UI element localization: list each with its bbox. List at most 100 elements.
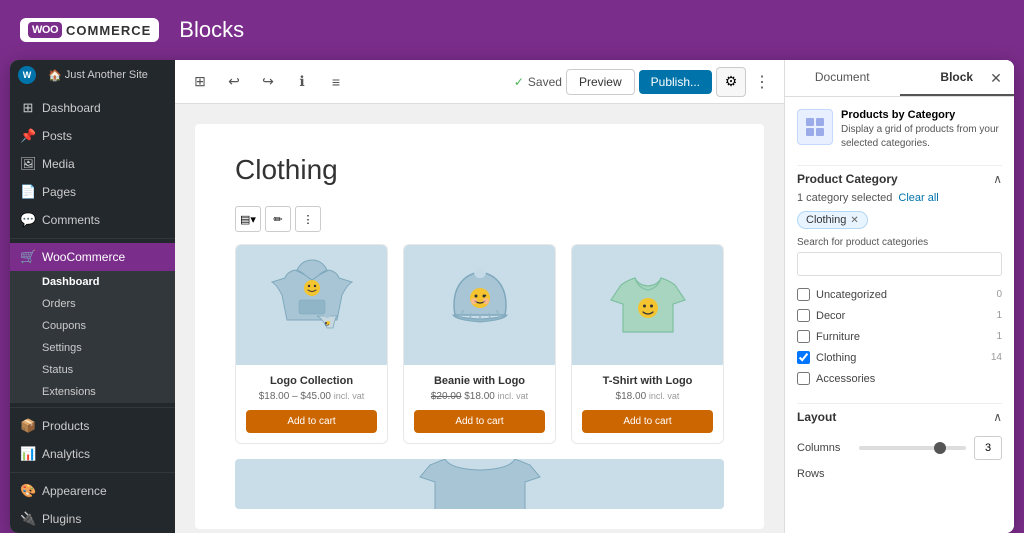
layout-chevron-icon: ∧ — [993, 410, 1002, 424]
category-info: 1 category selected Clear all — [797, 192, 1002, 204]
woo-logo[interactable]: WOO COMMERCE — [20, 18, 159, 42]
section-header-category[interactable]: Product Category ∧ — [797, 165, 1002, 192]
sidebar-item-plugins[interactable]: 🔌 Plugins — [10, 505, 175, 533]
redo-icon: ↪ — [262, 73, 274, 90]
comments-icon: 💬 — [20, 212, 36, 228]
slider-thumb — [934, 442, 946, 454]
sidebar-item-posts[interactable]: 📌 Posts — [10, 122, 175, 150]
sidebar-item-woocommerce[interactable]: 🛒 WooCommerce — [10, 243, 175, 271]
tab-document[interactable]: Document — [785, 60, 900, 96]
category-search-input[interactable] — [797, 252, 1002, 276]
sidebar-item-analytics[interactable]: 📊 Analytics — [10, 440, 175, 468]
site-name-bar[interactable]: 🏠 Just Another Site — [48, 69, 148, 82]
block-more-icon: ⋮ — [303, 213, 314, 226]
list-icon: ≡ — [332, 74, 340, 90]
category-list: Uncategorized 0 Decor 1 Furniture 1 — [797, 284, 1002, 389]
columns-value-input[interactable]: 3 — [974, 436, 1002, 460]
publish-button[interactable]: Publish... — [639, 70, 712, 94]
preview-button[interactable]: Preview — [566, 69, 635, 95]
analytics-icon: 📊 — [20, 446, 36, 462]
block-selector-toolbar: ▤▾ ✏ ⋮ — [235, 206, 724, 232]
section-header-layout[interactable]: Layout ∧ — [797, 403, 1002, 430]
check-icon: ✓ — [514, 75, 524, 89]
saved-indicator: ✓ Saved — [514, 75, 562, 89]
editor-wrapper: Clothing ▤▾ ✏ ⋮ — [175, 104, 784, 533]
sidebar-item-dashboard[interactable]: ⊞ Dashboard — [10, 94, 175, 122]
product-grid: Logo Collection $18.00 – $45.00 incl. va… — [235, 244, 724, 444]
more-icon: ⋮ — [754, 72, 770, 92]
product-price-2: $18.00 incl. vat — [582, 391, 713, 402]
sidebar-sub-orders[interactable]: Orders — [10, 293, 175, 315]
sidebar-item-products[interactable]: 📦 Products — [10, 412, 175, 440]
category-checkbox-uncategorized[interactable] — [797, 288, 810, 301]
sidebar-sub-settings[interactable]: Settings — [10, 337, 175, 359]
layout-section: Layout ∧ Columns 3 Rows — [797, 403, 1002, 480]
inserter-icon: ⊞ — [194, 73, 206, 90]
product-name-2: T-Shirt with Logo — [582, 375, 713, 387]
category-row-clothing: Clothing 14 — [797, 347, 1002, 368]
sidebar-sub-extensions[interactable]: Extensions — [10, 381, 175, 403]
add-to-cart-2[interactable]: Add to cart — [582, 410, 713, 433]
settings-button[interactable]: ⚙ — [716, 67, 746, 97]
undo-icon: ↩ — [228, 73, 240, 90]
product-card-2: T-Shirt with Logo $18.00 incl. vat Add t… — [571, 244, 724, 444]
woo-submenu: Dashboard Orders Coupons Settings Status… — [10, 271, 175, 403]
block-toolbar: ⊞ ↩ ↪ ℹ ≡ ✓ Saved Preview Publish... ⚙ — [175, 60, 784, 104]
rows-label: Rows — [797, 468, 1002, 480]
add-to-cart-0[interactable]: Add to cart — [246, 410, 377, 433]
sidebar-divider-1 — [10, 238, 175, 239]
product-price-1: $20.00 $18.00 incl. vat — [414, 391, 545, 402]
block-info: Products by Category Display a grid of p… — [797, 109, 1002, 151]
add-to-cart-1[interactable]: Add to cart — [414, 410, 545, 433]
block-more-button[interactable]: ⋮ — [295, 206, 321, 232]
block-type-button[interactable]: ▤▾ — [235, 206, 261, 232]
undo-button[interactable]: ↩ — [219, 67, 249, 97]
edit-icon: ✏ — [273, 213, 282, 226]
product-name-0: Logo Collection — [246, 375, 377, 387]
editor-canvas: Clothing ▤▾ ✏ ⋮ — [195, 124, 764, 529]
product-card-0: Logo Collection $18.00 – $45.00 incl. va… — [235, 244, 388, 444]
edit-block-button[interactable]: ✏ — [265, 206, 291, 232]
wp-logo[interactable]: W — [18, 66, 36, 84]
plugins-icon: 🔌 — [20, 511, 36, 527]
sidebar-item-media[interactable]: 🖼 Media — [10, 150, 175, 178]
columns-slider[interactable] — [859, 446, 966, 450]
media-icon: 🖼 — [20, 156, 36, 172]
sidebar-divider-2 — [10, 407, 175, 408]
block-type-icon: ▤▾ — [240, 213, 256, 226]
list-view-button[interactable]: ≡ — [321, 67, 351, 97]
home-icon: 🏠 — [48, 69, 62, 82]
inserter-button[interactable]: ⊞ — [185, 67, 215, 97]
category-checkbox-furniture[interactable] — [797, 330, 810, 343]
wp-admin-bar: W 🏠 Just Another Site — [10, 60, 175, 90]
layout-columns-row: Columns 3 — [797, 436, 1002, 460]
more-options-button[interactable]: ⋮ — [750, 70, 774, 94]
products-icon: 📦 — [20, 418, 36, 434]
sidebar-sub-status[interactable]: Status — [10, 359, 175, 381]
category-checkbox-clothing[interactable] — [797, 351, 810, 364]
category-checkbox-accessories[interactable] — [797, 372, 810, 385]
redo-button[interactable]: ↪ — [253, 67, 283, 97]
dashboard-icon: ⊞ — [20, 100, 36, 116]
pages-icon: 📄 — [20, 184, 36, 200]
commerce-text: COMMERCE — [66, 23, 151, 38]
product-price-0: $18.00 – $45.00 incl. vat — [246, 391, 377, 402]
close-panel-button[interactable]: ✕ — [986, 68, 1006, 88]
gear-icon: ⚙ — [725, 73, 738, 90]
sidebar-sub-coupons[interactable]: Coupons — [10, 315, 175, 337]
sidebar: W 🏠 Just Another Site ⊞ Dashboard 📌 Post… — [10, 60, 175, 533]
sidebar-item-comments[interactable]: 💬 Comments — [10, 206, 175, 234]
info-button[interactable]: ℹ — [287, 67, 317, 97]
remove-tag-button[interactable]: ✕ — [850, 215, 858, 226]
sidebar-sub-dashboard[interactable]: Dashboard — [10, 271, 175, 293]
page-title: Blocks — [179, 17, 244, 43]
info-icon: ℹ — [299, 73, 304, 90]
product-name-1: Beanie with Logo — [414, 375, 545, 387]
clear-all-button[interactable]: Clear all — [898, 192, 938, 204]
category-checkbox-decor[interactable] — [797, 309, 810, 322]
sidebar-nav: ⊞ Dashboard 📌 Posts 🖼 Media 📄 Pages 💬 Co… — [10, 90, 175, 533]
category-row-decor: Decor 1 — [797, 305, 1002, 326]
sidebar-item-pages[interactable]: 📄 Pages — [10, 178, 175, 206]
content-area: ⊞ ↩ ↪ ℹ ≡ ✓ Saved Preview Publish... ⚙ — [175, 60, 784, 533]
sidebar-item-appearance[interactable]: 🎨 Appearence — [10, 477, 175, 505]
